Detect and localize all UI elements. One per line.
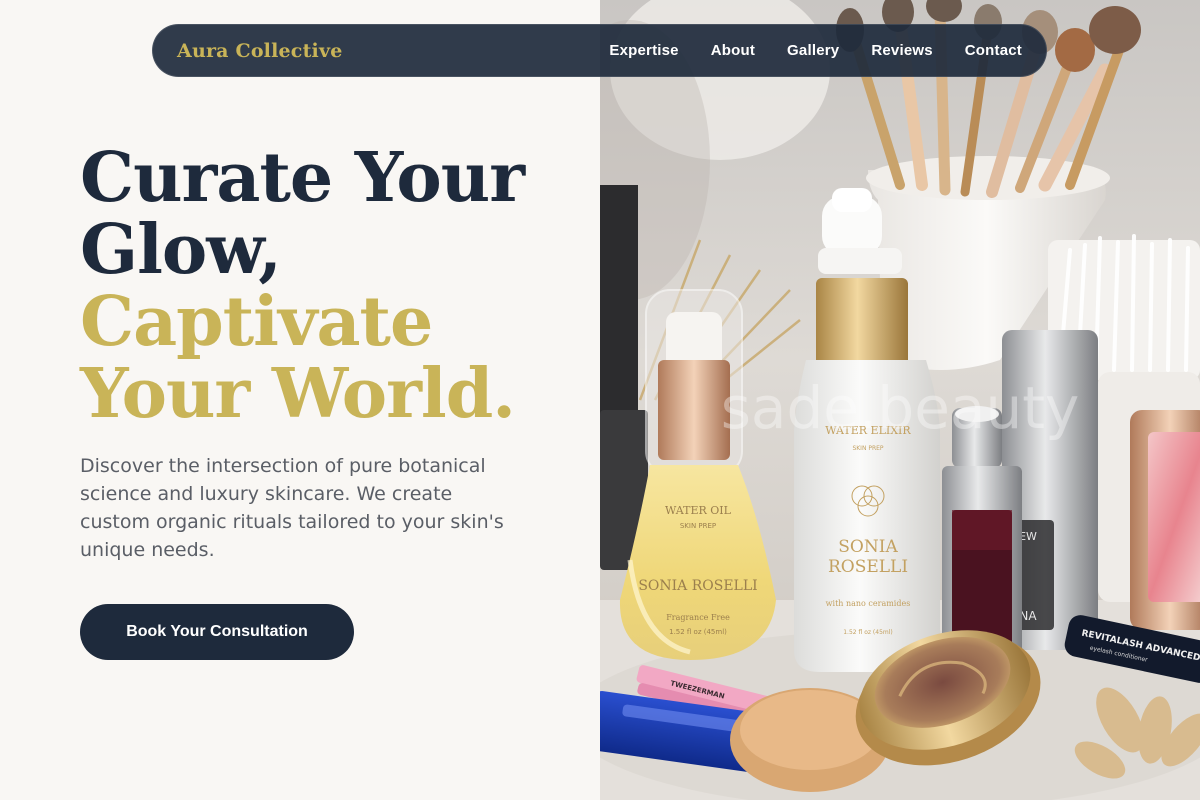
headline-line-1: Curate Your xyxy=(80,138,525,218)
product-photo: WATER OIL SKIN PREP SONIA ROSELLI Fragra… xyxy=(600,0,1200,800)
headline-line-2: Glow, xyxy=(80,210,282,290)
nav-link-contact[interactable]: Contact xyxy=(965,42,1022,59)
nav-links: Expertise About Gallery Reviews Contact xyxy=(577,42,1022,59)
brand-logo[interactable]: Aura Collective xyxy=(177,40,343,62)
hero-headline: Curate Your Glow, Captivate Your World. xyxy=(80,138,525,434)
svg-text:WATER OIL: WATER OIL xyxy=(665,504,732,517)
nav-link-expertise[interactable]: Expertise xyxy=(609,42,678,59)
svg-text:1.52 fl oz (45ml): 1.52 fl oz (45ml) xyxy=(843,629,893,636)
svg-text:Fragrance Free: Fragrance Free xyxy=(666,613,730,622)
headline-line-3: Captivate xyxy=(80,282,433,362)
hero-image: WATER OIL SKIN PREP SONIA ROSELLI Fragra… xyxy=(600,0,1200,800)
svg-text:SKIN PREP: SKIN PREP xyxy=(680,522,716,530)
headline-line-4: Your World. xyxy=(80,354,516,434)
svg-text:1.52 fl oz (45ml): 1.52 fl oz (45ml) xyxy=(669,628,727,636)
nav-link-gallery[interactable]: Gallery xyxy=(787,42,839,59)
nav-link-about[interactable]: About xyxy=(711,42,755,59)
svg-text:with nano ceramides: with nano ceramides xyxy=(826,599,911,608)
page: WATER OIL SKIN PREP SONIA ROSELLI Fragra… xyxy=(0,0,1200,800)
hero-description: Discover the intersection of pure botani… xyxy=(80,455,504,561)
svg-text:SKIN PREP: SKIN PREP xyxy=(852,445,883,452)
watermark-text: sade.beauty xyxy=(721,374,1080,442)
nav-link-reviews[interactable]: Reviews xyxy=(871,42,932,59)
navbar: Aura Collective Expertise About Gallery … xyxy=(152,24,1047,77)
svg-text:ROSELLI: ROSELLI xyxy=(828,557,908,577)
svg-text:NA: NA xyxy=(1019,609,1037,623)
svg-text:SONIA ROSELLI: SONIA ROSELLI xyxy=(638,578,757,594)
svg-text:SONIA: SONIA xyxy=(838,537,898,557)
book-consultation-button[interactable]: Book Your Consultation xyxy=(80,604,354,660)
